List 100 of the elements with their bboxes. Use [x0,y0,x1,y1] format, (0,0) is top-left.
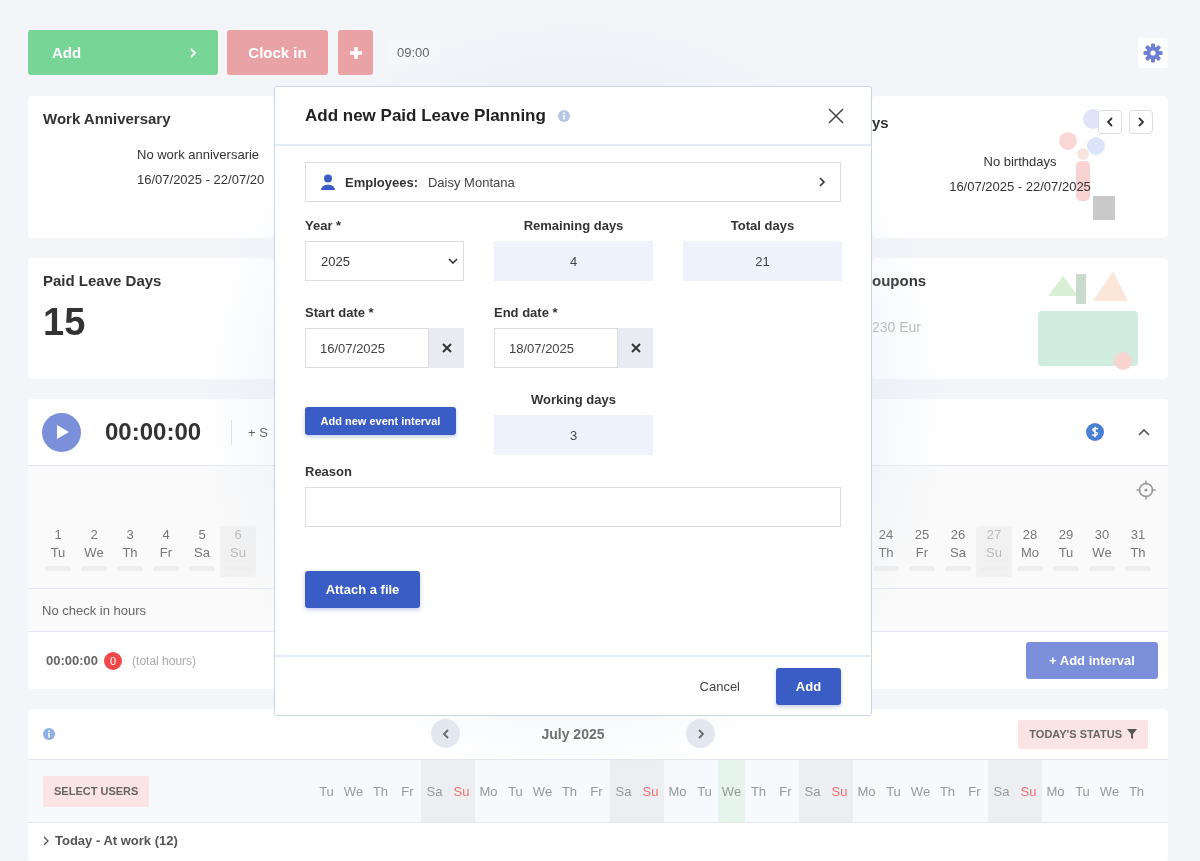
reason-field[interactable] [305,487,841,527]
filter-icon [1127,729,1137,739]
chevron-up-icon [1138,428,1150,436]
weekday-header: We [909,782,932,801]
weekday-header: Fr [967,782,982,801]
start-date-field[interactable]: 16/07/2025 [305,328,429,368]
card-title: Paid Leave Days [43,272,162,289]
day-column[interactable]: 24 Th [868,526,904,577]
weekday-header: Th [938,782,957,801]
next-button[interactable] [1129,110,1153,134]
year-select[interactable]: 2025 [305,241,464,281]
field-label: Reason [305,464,353,481]
weekday-header: Mo [856,782,877,801]
weekday-header: Tu [1074,782,1091,801]
next-month-button[interactable] [686,719,715,748]
day-column[interactable]: 25 Fr [904,526,940,577]
weekday-header: Fr [589,782,604,801]
close-icon [441,343,452,353]
coupon-amount: 230 Eur [872,319,923,335]
add-event-interval-button[interactable]: Add new event interval [305,407,456,435]
close-button[interactable] [827,106,845,125]
weekday-header: Su [637,760,664,822]
attach-file-button[interactable]: Attach a file [305,571,420,608]
count-badge: 0 [104,651,123,670]
weekday-header: Th [371,782,390,801]
day-column[interactable]: 3 Th [112,526,148,577]
field-label: Remaining days [522,218,625,235]
previous-button[interactable] [1098,110,1122,134]
field-label: End date * [494,305,559,322]
weekday-header: Sa [988,760,1015,822]
working-days-field: 3 [494,415,653,455]
weekday-header: Su [826,760,853,822]
day-column[interactable]: 4 Fr [148,526,184,577]
weekday-header: Tu [318,782,335,801]
group-toggle[interactable]: Today - At work (12) [42,833,178,848]
plus-button[interactable] [338,30,373,75]
weekday-header: We [1098,782,1121,801]
weekday-header: Su [1015,760,1042,822]
employees-selector[interactable]: Employees: Daisy Montana [305,162,841,202]
day-column[interactable]: 28 Mo [1012,526,1048,577]
weekday-header: Tu [507,782,524,801]
total-label: (total hours) [132,653,197,668]
day-column[interactable]: 29 Tu [1048,526,1084,577]
field-label: Start date * [305,305,375,322]
weekday-header: We [718,760,745,822]
weekday-header: Mo [667,782,688,801]
remaining-days-field: 4 [494,241,653,281]
weekday-header: Th [560,782,579,801]
clear-button[interactable] [429,328,464,368]
plus-icon [348,45,363,60]
chevron-right-icon [1136,117,1146,127]
settings-button[interactable] [1138,37,1168,68]
day-column[interactable]: 5 Sa [184,526,220,577]
set-link[interactable]: + S [248,424,268,440]
weekday-header: Th [749,782,768,801]
cancel-button[interactable]: Cancel [693,677,746,695]
day-column[interactable]: 26 Sa [940,526,976,577]
month-label: July 2025 [540,725,606,742]
previous-month-button[interactable] [431,719,460,748]
day-column[interactable]: 30 We [1084,526,1120,577]
weekday-header: Sa [421,760,448,822]
weekday-header: Sa [610,760,637,822]
settings-icon [1143,42,1163,63]
play-button[interactable] [42,412,81,452]
chevron-left-icon [1105,117,1115,127]
dollar-icon [1086,423,1104,441]
date-range: 16/07/2025 - 22/07/2025 [949,179,1091,194]
status-filter-button[interactable]: TODAY'S STATUS [1018,719,1148,749]
target-icon[interactable] [1136,480,1156,500]
clear-button[interactable] [618,328,653,368]
paid-leave-count: 15 [43,301,86,344]
chevron-right-icon [42,835,50,846]
card-title: Work Anniversary [43,110,171,127]
weekday-header: Tu [885,782,902,801]
select-users-button[interactable]: SELECT USERS [43,775,150,807]
weekday-header: Mo [478,782,499,801]
total-time: 00:00:00 [46,653,99,668]
card-message: No birthdays [983,154,1057,169]
chevron-down-icon [448,258,458,264]
day-column[interactable]: 2 We [76,526,112,577]
weekday-header: Fr [400,782,415,801]
card-message: No work anniversarie [137,147,260,162]
weekday-header: We [342,782,365,801]
person-icon [321,174,335,190]
chevron-left-icon [440,728,451,739]
weekday-header: Mo [1045,782,1066,801]
weekday-header: Su [448,760,475,822]
add-interval-button[interactable]: + Add interval [1026,642,1158,679]
day-column[interactable]: 1 Tu [40,526,76,577]
weekday-header: Sa [799,760,826,822]
card-title: oupons [872,272,928,289]
weekday-header: Th [1127,782,1146,801]
day-column[interactable]: 31 Th [1120,526,1156,577]
modal-title: Add new Paid Leave Planning [305,105,546,126]
weekday-header: Tu [696,782,713,801]
chevron-right-icon [818,177,826,187]
timer-display: 00:00:00 [105,418,202,446]
info-icon[interactable] [43,728,55,740]
add-button[interactable]: Add [776,667,841,705]
end-date-field[interactable]: 18/07/2025 [494,328,618,368]
